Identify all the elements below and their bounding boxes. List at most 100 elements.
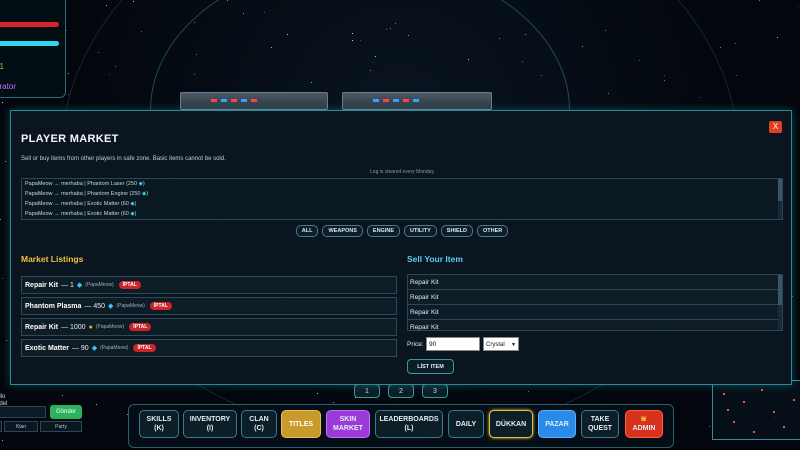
filter-other[interactable]: OTHER [476, 225, 509, 237]
send-button[interactable]: Gönder [50, 405, 82, 419]
star [96, 404, 97, 405]
nav-titles-button[interactable]: TITLES [281, 410, 321, 438]
star [106, 5, 107, 6]
sell-list-scrollbar[interactable] [778, 275, 782, 330]
page-button-2[interactable]: 2 [388, 384, 414, 398]
close-button[interactable]: X [769, 121, 782, 133]
chat-tab-party[interactable]: Party [40, 421, 82, 432]
listing-row: Exotic Matter — 90 ◆ (PapaMeow) İPTAL [21, 339, 397, 357]
star [370, 70, 371, 71]
crystal-icon: ◆ [76, 282, 83, 289]
log-line: PapaMeow → merhaba | Exotic Matter (60 ◆… [25, 211, 137, 217]
currency-select[interactable]: Crystal ▼ [483, 337, 519, 351]
chat-input[interactable] [0, 406, 46, 418]
nav-skills-button[interactable]: SKILLS (K) [139, 410, 179, 438]
star [582, 46, 583, 47]
star [608, 93, 609, 94]
star [709, 426, 710, 427]
nav-leaderboards-button[interactable]: LEADERBOARDS (L) [375, 410, 443, 438]
star [227, 0, 228, 1]
star [664, 75, 665, 76]
star [6, 340, 7, 341]
shield-bar [0, 41, 59, 46]
star [468, 59, 469, 60]
cancel-listing-button[interactable]: İPTAL [149, 302, 172, 310]
star [664, 80, 665, 81]
star [735, 43, 736, 44]
list-item-button[interactable]: LİST ITEM [407, 359, 454, 374]
chat-tab-clan[interactable]: Klan [4, 421, 38, 432]
station-module-left [180, 92, 328, 110]
transaction-log[interactable]: PapaMeow → merhaba | Phantom Laser (250 … [21, 178, 783, 220]
log-line: PapaMeow → merhaba | Phantom Engine (250… [25, 191, 149, 197]
crystal-icon: ◆ [108, 303, 114, 310]
nav-inventory-button[interactable]: INVENTORY (I) [183, 410, 237, 438]
star [522, 61, 523, 62]
nav-admin-button[interactable]: 👑 ADMIN [625, 410, 663, 438]
log-scrollbar[interactable] [778, 179, 782, 219]
sell-item-list[interactable]: Repair Kit Repair Kit Repair Kit Repair … [407, 274, 783, 331]
filter-engine[interactable]: ENGINE [366, 225, 400, 237]
nav-take-quest-button[interactable]: TAKE QUEST [581, 410, 619, 438]
filter-all[interactable]: ALL [295, 225, 319, 237]
page-button-3[interactable]: 3 [422, 384, 448, 398]
star [196, 54, 197, 55]
star [194, 74, 195, 75]
star [194, 22, 195, 23]
log-note: Log is cleared every Monday [370, 169, 434, 175]
star [287, 34, 288, 35]
cancel-listing-button[interactable]: İPTAL [118, 281, 141, 289]
stat-2: 21 [0, 62, 4, 71]
nav-clan-button[interactable]: CLAN (C) [241, 410, 277, 438]
nav-pazar-button[interactable]: PAZAR [538, 410, 576, 438]
star [720, 47, 721, 48]
star [699, 97, 700, 98]
filter-weapons[interactable]: WEAPONS [322, 225, 363, 237]
cancel-listing-button[interactable]: İPTAL [133, 344, 156, 352]
page-button-1[interactable]: 1 [354, 384, 380, 398]
minimap[interactable] [712, 380, 800, 440]
player-market-modal: PLAYER MARKET X Sell or buy items from o… [10, 110, 792, 385]
star [528, 391, 529, 392]
star [2, 102, 3, 103]
station-module-right [342, 92, 492, 110]
star [499, 38, 500, 39]
star [639, 60, 640, 61]
star [352, 33, 353, 34]
star [798, 6, 799, 7]
star [333, 402, 334, 403]
chat-tab-general[interactable] [0, 421, 2, 432]
filter-utility[interactable]: UTILITY [404, 225, 437, 237]
sell-item-option[interactable]: Repair Kit [408, 320, 782, 330]
market-description: Sell or buy items from other players in … [21, 156, 226, 162]
sell-item-option[interactable]: Repair Kit [408, 305, 782, 320]
star [605, 30, 606, 31]
star [390, 28, 391, 29]
star [386, 29, 387, 30]
star [541, 75, 542, 76]
role-label: arator [0, 82, 16, 91]
star [109, 74, 110, 75]
star [311, 82, 312, 83]
star [141, 31, 142, 32]
crown-icon: 👑 [640, 416, 648, 422]
chat-line-1: ello [0, 394, 6, 400]
price-input[interactable]: 90 [426, 337, 480, 351]
star [0, 219, 1, 220]
gold-bag-icon: ● [88, 323, 93, 331]
nav-dukkan-button[interactable]: DÜKKAN [489, 410, 533, 438]
star [792, 296, 793, 297]
star [525, 34, 526, 35]
star [66, 30, 67, 31]
nav-skin-market-button[interactable]: SKIN MARKET [326, 410, 370, 438]
sell-item-option[interactable]: Repair Kit [408, 290, 782, 305]
filter-shield[interactable]: SHIELD [440, 225, 473, 237]
category-filters: ALL WEAPONS ENGINE UTILITY SHIELD OTHER [11, 225, 793, 237]
star [395, 23, 396, 24]
sell-item-option[interactable]: Repair Kit [408, 275, 782, 290]
nav-daily-button[interactable]: DAILY [448, 410, 484, 438]
star [264, 12, 265, 13]
market-listings-title: Market Listings [21, 254, 84, 264]
health-bar [0, 22, 59, 27]
cancel-listing-button[interactable]: İPTAL [129, 323, 152, 331]
